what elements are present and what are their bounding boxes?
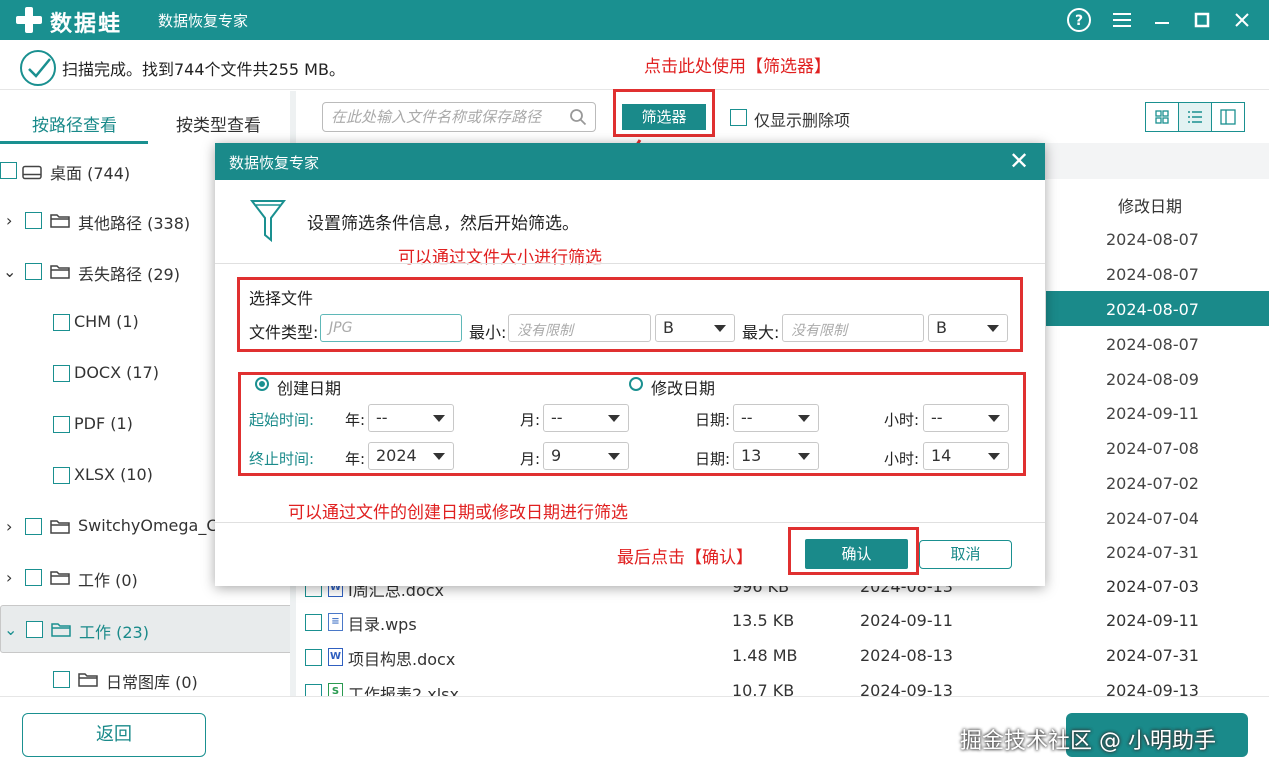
end-time-label: 终止时间: [249, 450, 315, 468]
select-file-title: 选择文件 [249, 289, 314, 308]
min-size-input[interactable]: 没有限制 [508, 314, 651, 342]
dialog-instruction: 设置筛选条件信息，然后开始筛选。 [307, 214, 579, 234]
start-day-select[interactable]: -- [733, 404, 819, 432]
start-year-select[interactable]: -- [368, 404, 454, 432]
divider [215, 263, 1045, 264]
file-type-label: 文件类型: [249, 323, 319, 342]
confirm-hint-annotation: 最后点击【确认】 [617, 548, 753, 568]
dropdown-arrow-icon [988, 453, 1000, 460]
start-time-label: 起始时间: [249, 411, 315, 429]
day-label: 日期: [695, 450, 731, 468]
dialog-close-icon[interactable]: ✕ [1005, 147, 1033, 175]
hour-label: 小时: [884, 450, 920, 468]
end-day-select[interactable]: 13 [733, 442, 819, 470]
max-size-label: 最大: [742, 323, 780, 342]
max-size-input[interactable]: 没有限制 [782, 314, 924, 342]
year-label: 年: [345, 411, 366, 429]
created-date-radio[interactable] [255, 377, 269, 391]
month-label: 月: [520, 411, 541, 429]
start-month-select[interactable]: -- [543, 404, 629, 432]
max-unit-value: B [936, 318, 947, 337]
dialog-header: 数据恢复专家 ✕ [215, 143, 1045, 180]
dropdown-arrow-icon [988, 415, 1000, 422]
modified-date-radio[interactable] [629, 377, 643, 391]
month-label: 月: [520, 450, 541, 468]
divider [215, 522, 1045, 523]
dropdown-arrow-icon [987, 325, 999, 332]
year-label: 年: [345, 450, 366, 468]
dropdown-arrow-icon [433, 415, 445, 422]
hour-label: 小时: [884, 411, 920, 429]
size-hint-annotation: 可以通过文件大小进行筛选 [398, 248, 602, 268]
confirm-button[interactable]: 确认 [805, 539, 908, 569]
cancel-button[interactable]: 取消 [919, 540, 1012, 569]
modified-date-label[interactable]: 修改日期 [651, 375, 715, 399]
dropdown-arrow-icon [798, 415, 810, 422]
dialog-title: 数据恢复专家 [229, 154, 320, 172]
dropdown-arrow-icon [608, 415, 620, 422]
created-date-label[interactable]: 创建日期 [277, 375, 341, 399]
min-size-label: 最小: [469, 323, 507, 342]
end-month-select[interactable]: 9 [543, 442, 629, 470]
dropdown-arrow-icon [714, 325, 726, 332]
date-hint-annotation: 可以通过文件的创建日期或修改日期进行筛选 [288, 503, 628, 523]
start-day-value: -- [741, 408, 753, 427]
funnel-icon [249, 198, 287, 244]
start-year-value: -- [376, 408, 388, 427]
min-unit-select[interactable]: B [655, 314, 735, 342]
dropdown-arrow-icon [433, 453, 445, 460]
end-year-value: 2024 [376, 446, 417, 465]
min-unit-value: B [663, 318, 674, 337]
filter-dialog: 数据恢复专家 ✕ 设置筛选条件信息，然后开始筛选。 可以通过文件大小进行筛选 选… [215, 143, 1045, 586]
max-unit-select[interactable]: B [928, 314, 1008, 342]
day-label: 日期: [695, 411, 731, 429]
dropdown-arrow-icon [608, 453, 620, 460]
dropdown-arrow-icon [798, 453, 810, 460]
start-month-value: -- [551, 408, 563, 427]
end-day-value: 13 [741, 446, 762, 465]
start-hour-select[interactable]: -- [923, 404, 1009, 432]
end-year-select[interactable]: 2024 [368, 442, 454, 470]
end-hour-value: 14 [931, 446, 952, 465]
end-month-value: 9 [551, 446, 562, 465]
start-hour-value: -- [931, 408, 943, 427]
end-hour-select[interactable]: 14 [923, 442, 1009, 470]
file-type-input[interactable]: JPG [320, 314, 462, 342]
